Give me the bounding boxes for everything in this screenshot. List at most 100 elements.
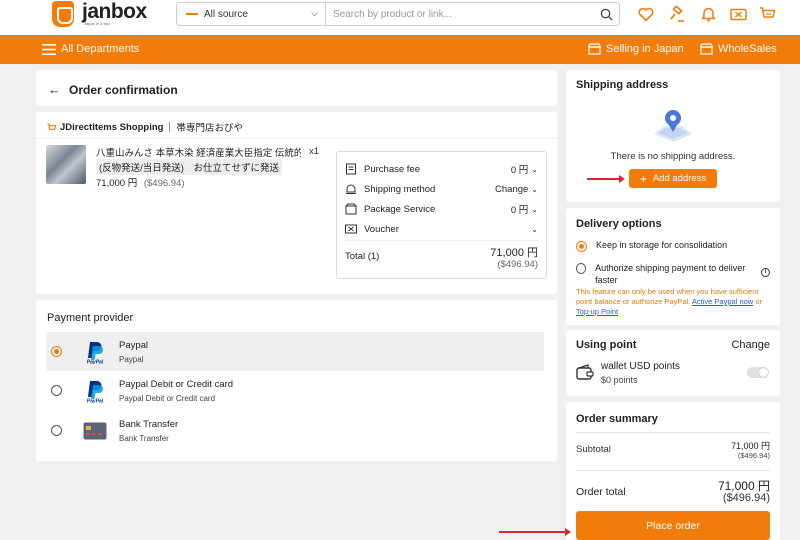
source-select[interactable]: All source ⌵: [177, 3, 326, 25]
source-dash-icon: [186, 13, 198, 15]
annotation-arrow: [587, 175, 625, 183]
add-address-button[interactable]: + Add address: [629, 169, 717, 188]
logo-mark-icon: [52, 1, 74, 27]
radio-unselected[interactable]: [576, 263, 587, 274]
payment-option-paypal[interactable]: PayPal Paypal Paypal: [46, 332, 544, 371]
payment-option-sub: Paypal Debit or Credit card: [119, 393, 216, 403]
logo-text: janbox: [82, 0, 147, 23]
product-title[interactable]: 八重山みんさ 本草木染 経済産業大臣指定 伝統的...: [96, 145, 301, 159]
chevron-down-icon: ⌵: [311, 8, 318, 18]
purchase-fee-row: Purchase fee 0 円 ⌄: [345, 162, 538, 176]
coupon-icon[interactable]: [729, 5, 747, 23]
heart-icon[interactable]: [637, 5, 655, 23]
source-select-label: All source: [204, 8, 248, 20]
auction-icon[interactable]: [668, 5, 686, 23]
payment-option-bank-transfer[interactable]: Bank Transfer Bank Transfer: [46, 411, 544, 450]
radio-unselected[interactable]: [51, 425, 62, 436]
selling-in-japan-label: Selling in Japan: [606, 43, 684, 55]
top-header: janbox Japan in a box All source ⌵: [0, 0, 800, 35]
wholesale-store-icon: [700, 43, 713, 55]
summary-divider: [576, 470, 770, 471]
using-point-change[interactable]: Change: [731, 339, 770, 351]
wholesales-label: WholeSales: [718, 43, 777, 55]
using-point-title: Using point: [576, 339, 637, 351]
cart-icon[interactable]: [758, 5, 776, 23]
bell-icon[interactable]: [699, 5, 717, 23]
radio-selected[interactable]: [576, 241, 587, 252]
shop-subtitle: 帯専門店おびや: [176, 123, 243, 134]
shipping-method-value: Change: [495, 183, 529, 195]
product-price: 71,000 円 ($496.94): [96, 175, 185, 189]
svg-text:PayPal: PayPal: [87, 398, 104, 403]
search-icon[interactable]: [593, 3, 619, 25]
package-service-row: Package Service 0 円 ⌄: [345, 202, 538, 216]
chevron-down-icon: ⌄: [531, 184, 538, 194]
purchase-fee-value[interactable]: 0 円 ⌄: [510, 162, 538, 177]
product-image[interactable]: [46, 145, 86, 184]
payment-option-name: Paypal Debit or Credit card: [119, 378, 234, 390]
delivery-options-title: Delivery options: [576, 218, 662, 230]
paypal-icon: PayPal: [82, 339, 108, 365]
search-bar: All source ⌵: [176, 2, 620, 26]
store-icon: [588, 43, 601, 55]
payment-option-name: Bank Transfer: [119, 418, 179, 430]
delivery-option-storage-label: Keep in storage for consolidation: [596, 240, 728, 250]
shop-name[interactable]: JDirectItems Shopping: [60, 122, 163, 133]
payment-option-sub: Paypal: [119, 354, 144, 364]
chevron-down-icon: ⌄: [531, 224, 538, 234]
svg-text:PayPal: PayPal: [87, 359, 104, 364]
shipping-method-label: Shipping method: [364, 183, 436, 195]
paypal-icon: PayPal: [82, 378, 108, 404]
voucher-icon: [345, 224, 357, 234]
info-icon[interactable]: i: [761, 268, 770, 277]
shipping-method-change[interactable]: Change ⌄: [495, 184, 538, 195]
active-paypal-link[interactable]: Active Paypal now: [692, 297, 753, 306]
receipt-icon: [346, 163, 356, 175]
shop-divider: [169, 122, 171, 132]
page-title: ← Order confirmation: [48, 82, 178, 97]
voucher-row[interactable]: Voucher ⌄: [345, 222, 538, 236]
shipping-address-title: Shipping address: [576, 79, 669, 91]
delivery-option-storage[interactable]: Keep in storage for consolidation: [576, 240, 727, 252]
back-arrow-icon[interactable]: ←: [48, 82, 61, 97]
payment-option-name: Paypal: [119, 339, 149, 351]
product-variant-tag: (反物発送/当日発送) お仕立てせずに発送: [96, 159, 282, 175]
place-order-button[interactable]: Place order: [576, 511, 770, 540]
menu-icon: [42, 43, 56, 55]
order-total-usd: ($496.94): [722, 492, 770, 504]
top-up-point-link[interactable]: Top-up Point: [576, 307, 618, 316]
wallet-points: $0 points: [601, 375, 638, 385]
subtotal-label: Subtotal: [576, 444, 611, 455]
delivery-note: This feature can only be used when you h…: [576, 287, 766, 317]
shipping-method-row: Shipping method Change ⌄: [345, 182, 538, 196]
purchase-fee-amount: 0 円: [510, 165, 529, 176]
wholesales-link[interactable]: WholeSales: [700, 43, 777, 55]
payment-option-paypal-card[interactable]: PayPal Paypal Debit or Credit card Paypa…: [46, 371, 544, 410]
order-total-label: Order total: [576, 486, 626, 498]
use-points-toggle[interactable]: [747, 367, 769, 378]
radio-unselected[interactable]: [51, 385, 62, 396]
all-departments-button[interactable]: All Departments: [42, 43, 139, 55]
wallet-label: wallet USD points: [601, 361, 680, 372]
delivery-option-authorize-label: Authorize shipping payment to deliver fa…: [595, 263, 746, 285]
package-service-value[interactable]: 0 円 ⌄: [510, 202, 538, 217]
summary-divider: [576, 432, 770, 433]
selling-in-japan-link[interactable]: Selling in Japan: [588, 43, 684, 55]
fee-total-label: Total (1): [345, 251, 380, 262]
purchase-fee-label: Purchase fee: [364, 163, 420, 175]
delivery-note-or: or: [755, 297, 762, 306]
all-departments-label: All Departments: [61, 43, 140, 55]
radio-selected[interactable]: [51, 346, 62, 357]
search-input[interactable]: [326, 3, 593, 25]
shipping-bell-icon: [346, 184, 356, 194]
package-service-amount: 0 円: [510, 205, 529, 216]
main-nav: All Departments Selling in Japan WholeSa…: [0, 35, 800, 64]
package-service-label: Package Service: [364, 203, 436, 215]
package-icon: [345, 203, 357, 215]
chevron-down-icon: ⌄: [531, 164, 538, 174]
voucher-label: Voucher: [364, 223, 399, 235]
delivery-option-authorize[interactable]: Authorize shipping payment to deliver fa…: [576, 262, 754, 286]
location-pin-icon: [654, 110, 692, 142]
voucher-chevron: ⌄: [528, 225, 538, 234]
fee-total-value: 71,000 円: [490, 247, 538, 259]
